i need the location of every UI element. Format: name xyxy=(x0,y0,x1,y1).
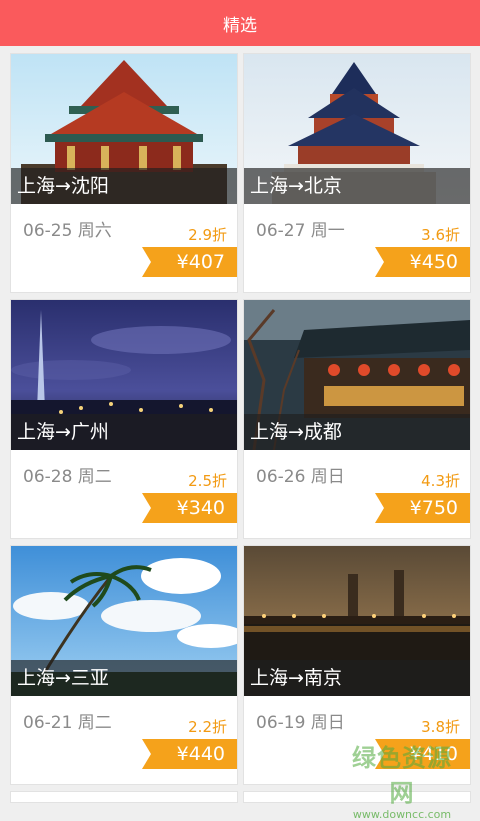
discount-label: 3.6折 xyxy=(421,226,460,244)
discount-label: 2.9折 xyxy=(188,226,227,244)
discount-label: 3.8折 xyxy=(421,718,460,736)
deal-card-shenyang[interactable]: 上海→沈阳 06-25 周六 2.9折 ¥407 xyxy=(10,53,238,293)
destination-photo: 上海→南京 xyxy=(244,546,470,696)
deal-card-sanya[interactable]: 上海→三亚 06-21 周二 2.2折 ¥440 xyxy=(10,545,238,785)
route-label: 上海→成都 xyxy=(244,414,470,450)
destination-photo: 上海→成都 xyxy=(244,300,470,450)
destination-photo: 上海→沈阳 xyxy=(11,54,237,204)
route-label: 上海→广州 xyxy=(11,414,237,450)
departure-date: 06-19 周日 xyxy=(256,713,345,733)
deal-grid: 上海→沈阳 06-25 周六 2.9折 ¥407 上海→北京 06-27 周一 … xyxy=(0,46,480,800)
destination-photo: 上海→三亚 xyxy=(11,546,237,696)
departure-date: 06-28 周二 xyxy=(23,467,112,487)
departure-date: 06-27 周一 xyxy=(256,221,345,241)
destination-photo: 上海→广州 xyxy=(11,300,237,450)
app-header: 精选 xyxy=(0,0,480,46)
price-tag: ¥407 xyxy=(142,247,237,277)
route-label: 上海→北京 xyxy=(244,168,470,204)
page-title: 精选 xyxy=(223,15,257,36)
watermark-url: www.downcc.com xyxy=(352,808,452,821)
price-tag: ¥450 xyxy=(375,247,470,277)
price-tag: ¥440 xyxy=(142,739,237,769)
departure-date: 06-25 周六 xyxy=(23,221,112,241)
route-label: 上海→沈阳 xyxy=(11,168,237,204)
deal-card-beijing[interactable]: 上海→北京 06-27 周一 3.6折 ¥450 xyxy=(243,53,471,293)
deal-card-partial[interactable] xyxy=(10,791,238,803)
price-tag: ¥750 xyxy=(375,493,470,523)
departure-date: 06-21 周二 xyxy=(23,713,112,733)
discount-label: 4.3折 xyxy=(421,472,460,490)
route-label: 上海→三亚 xyxy=(11,660,237,696)
deal-card-guangzhou[interactable]: 上海→广州 06-28 周二 2.5折 ¥340 xyxy=(10,299,238,539)
destination-photo: 上海→北京 xyxy=(244,54,470,204)
watermark: 绿色资源网 www.downcc.com xyxy=(342,738,462,821)
discount-label: 2.2折 xyxy=(188,718,227,736)
discount-label: 2.5折 xyxy=(188,472,227,490)
route-label: 上海→南京 xyxy=(244,660,470,696)
watermark-title: 绿色资源网 xyxy=(352,744,452,807)
departure-date: 06-26 周日 xyxy=(256,467,345,487)
deal-card-chengdu[interactable]: 上海→成都 06-26 周日 4.3折 ¥750 xyxy=(243,299,471,539)
price-tag: ¥340 xyxy=(142,493,237,523)
